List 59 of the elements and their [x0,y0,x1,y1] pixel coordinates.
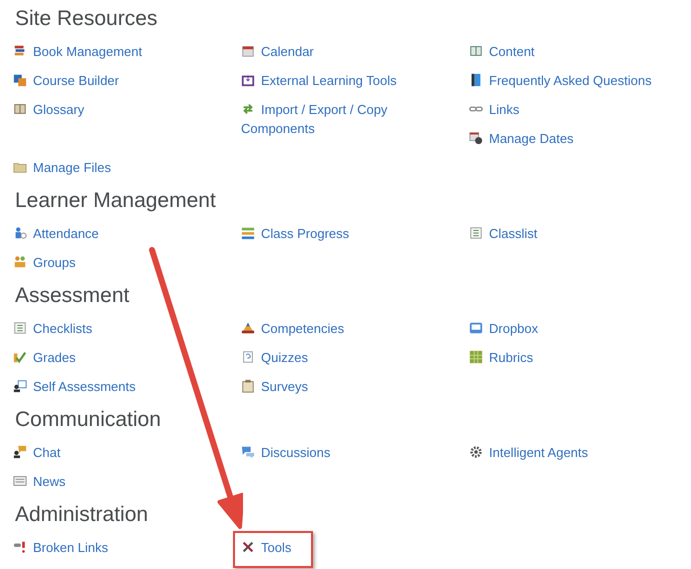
tool-link[interactable]: Glossary [13,100,84,119]
arrows-icon [241,102,255,116]
calendar-icon [241,44,255,58]
section-heading: Learner Management [15,188,216,214]
section-heading: Assessment [15,283,130,309]
tool-link[interactable]: Competencies [241,319,344,338]
question-page-icon [241,350,255,364]
stacked-squares-icon [13,73,27,87]
broken-link-icon [13,540,27,554]
tool-link[interactable]: Chat [13,443,60,462]
person-clock-icon [13,226,27,240]
pyramid-icon [241,321,255,335]
book-icon [469,44,483,58]
newspaper-icon [13,474,27,488]
open-book-icon [13,102,27,116]
tool-link[interactable]: Manage Files [13,158,112,177]
tool-link[interactable]: Tools [241,538,292,557]
tool-link[interactable]: Calendar [241,42,314,61]
checkmark-icon [13,350,27,364]
tray-icon [241,73,255,87]
tool-link[interactable]: Class Progress [241,224,350,243]
checklist-icon [13,321,27,335]
inbox-icon [469,321,483,335]
tool-link[interactable]: Self Assessments [13,377,136,396]
tool-link[interactable]: Rubrics [469,348,534,367]
person-card-icon [13,379,27,393]
tool-link[interactable]: Course Builder [13,71,119,90]
tool-link[interactable]: Content [469,42,535,61]
tool-link[interactable]: Broken Links [13,538,108,557]
tool-link[interactable]: Grades [13,348,76,367]
section-heading: Administration [15,502,148,528]
speech-bubbles-icon [241,445,255,459]
section-heading: Site Resources [15,6,158,32]
books-icon [13,44,27,58]
tool-link[interactable]: Surveys [241,377,308,396]
tool-link[interactable]: Classlist [469,224,538,243]
list-icon [469,226,483,240]
tool-link[interactable]: Links [469,100,520,119]
clipboard-icon [241,379,255,393]
bars-icon [241,226,255,240]
folder-icon [13,160,27,174]
people-icon [13,255,27,269]
tool-link[interactable]: Discussions [241,443,330,462]
tool-link[interactable]: Import / Export / Copy Components [241,100,456,138]
tool-link[interactable]: Groups [13,253,76,272]
chat-person-icon [13,445,27,459]
tool-link[interactable]: External Learning Tools [241,71,397,90]
tool-link[interactable]: Intelligent Agents [469,443,588,462]
tool-link[interactable]: Manage Dates [469,129,574,148]
tool-link[interactable]: Frequently Asked Questions [469,71,652,90]
tool-link[interactable]: News [13,472,66,491]
grid-icon [469,350,483,364]
tool-link[interactable]: Checklists [13,319,92,338]
section-heading: Communication [15,407,161,433]
tool-link[interactable]: Dropbox [469,319,538,338]
tool-link[interactable]: Book Management [13,42,142,61]
gear-icon [469,445,483,459]
tool-link[interactable]: Attendance [13,224,99,243]
tool-link[interactable]: Quizzes [241,348,308,367]
